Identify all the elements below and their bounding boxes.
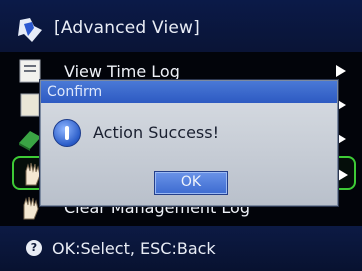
attendance-device-icon <box>18 18 42 42</box>
dialog-title: Confirm <box>47 84 103 100</box>
info-icon <box>53 119 81 147</box>
ok-button[interactable]: OK <box>154 171 228 195</box>
footer-bar: ? OK:Select, ESC:Back <box>0 226 362 271</box>
chevron-right-icon <box>336 65 346 77</box>
dialog-message: Action Success! <box>93 123 220 142</box>
info-dot-icon: ? <box>26 240 42 256</box>
confirm-dialog: Confirm Action Success! OK <box>40 80 338 206</box>
chevron-right-icon <box>338 169 348 181</box>
header-bar: [Advanced View] <box>0 0 362 52</box>
ok-button-label: OK <box>180 174 202 190</box>
dialog-body: Action Success! OK <box>41 103 337 205</box>
menu-item-label: View Time Log <box>64 61 180 81</box>
page-title: [Advanced View] <box>54 18 200 38</box>
device-screen: [Advanced View] View Time Log Clear Mana… <box>0 0 362 271</box>
footer-hint: OK:Select, ESC:Back <box>52 239 216 258</box>
dialog-titlebar: Confirm <box>41 81 337 103</box>
